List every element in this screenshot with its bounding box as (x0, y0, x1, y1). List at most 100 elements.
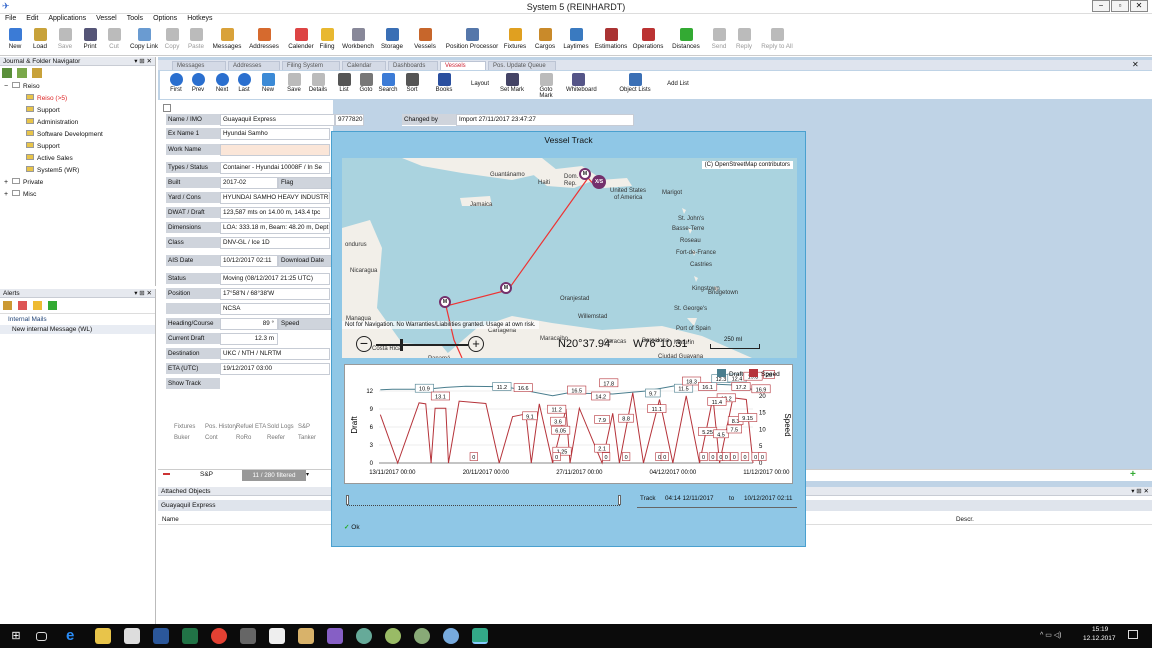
vessel-toolbar-button[interactable]: Books (432, 71, 456, 93)
tree-item[interactable]: − Reiso (0, 81, 155, 93)
toolbar-button[interactable]: Reply to All (760, 26, 794, 56)
vessel-toolbar-button[interactable]: Whiteboard (566, 71, 597, 93)
field-value[interactable]: HYUNDAI SAMHO HEAVY INDUSTRIE (220, 192, 330, 204)
toolbar-button[interactable]: Copy Link (128, 26, 160, 56)
vessel-toolbar-button[interactable]: Object Lists (618, 71, 652, 93)
tree-item[interactable]: Support (0, 105, 155, 117)
windows-start-icon[interactable]: ⊞ (8, 628, 24, 644)
current-position-marker[interactable]: X/S (592, 175, 606, 189)
sub-link[interactable]: Reefer (267, 435, 285, 441)
toolbar-button[interactable]: Vessels (411, 26, 439, 56)
explorer-icon[interactable] (95, 628, 111, 644)
menu-item[interactable]: File (0, 14, 21, 23)
track-to[interactable]: 10/12/2017 02:11 (744, 495, 793, 502)
field-value[interactable]: Hyundai Samho (220, 128, 330, 140)
sub-link[interactable]: S&P (298, 424, 310, 430)
app-icon[interactable] (356, 628, 372, 644)
toolbar-button[interactable]: Paste (185, 26, 207, 56)
vessel-toolbar-button[interactable]: Add List (666, 71, 690, 87)
toolbar-button[interactable]: Distances (669, 26, 703, 56)
expand-icon[interactable]: + (4, 189, 12, 201)
field-extra[interactable]: 9777820 (335, 114, 364, 126)
pin-icon[interactable]: ▾ ⊞ ✕ (134, 289, 155, 298)
pin-icon[interactable]: ▾ ⊞ ✕ (134, 57, 155, 66)
sub-link[interactable]: Tanker (298, 435, 316, 441)
field-value[interactable]: 89 ° (220, 318, 278, 330)
menu-item[interactable]: Edit (21, 14, 43, 23)
toolbar-button[interactable]: Position Processor (444, 26, 500, 56)
tab-calendar[interactable]: Calendar (342, 61, 386, 70)
toolbar-button[interactable]: Cut (105, 26, 123, 56)
tree-item[interactable]: + Private (0, 177, 155, 189)
chrome-icon[interactable] (211, 628, 227, 644)
menu-item[interactable]: Hotkeys (182, 14, 217, 23)
notifications-icon[interactable] (1128, 630, 1138, 639)
tab-filing-system[interactable]: Filing System (282, 61, 340, 70)
toolbar-button[interactable]: Print (79, 26, 101, 56)
field-value[interactable] (220, 144, 330, 156)
vessel-toolbar-button[interactable]: Sort (400, 71, 424, 93)
field-value[interactable]: Guayaquil Express (220, 114, 335, 126)
field-value[interactable]: 10/12/2017 02:11 (220, 255, 278, 267)
zoom-slider[interactable] (376, 344, 468, 346)
field-value[interactable]: DNV-GL / Ice 1D (220, 237, 330, 249)
excel-icon[interactable] (182, 628, 198, 644)
tree-item[interactable]: System5 (WR) (0, 165, 155, 177)
field-value[interactable]: 17°58'N / 68°38'W (220, 288, 330, 300)
sub-link[interactable]: Buker (174, 435, 190, 441)
minus-icon[interactable] (163, 473, 170, 475)
field-value[interactable]: 123,587 mts on 14.00 m, 143.4 tpc (220, 207, 330, 219)
alert-tool-icon[interactable] (17, 301, 27, 310)
toolbar-button[interactable]: Calender (286, 26, 316, 56)
sub-link[interactable]: Refuel ETA (236, 424, 266, 430)
track-marker[interactable]: M (579, 168, 591, 180)
field-value[interactable]: Moving (08/12/2017 21:25 UTC) (220, 273, 330, 285)
toolbar-button[interactable]: Operations (631, 26, 665, 56)
tab-dashboards[interactable]: Dashboards (388, 61, 438, 70)
mail-icon[interactable] (269, 628, 285, 644)
app-icon[interactable] (240, 628, 256, 644)
alert-tool-icon[interactable] (32, 301, 42, 310)
field-value[interactable]: 2017-02 (220, 177, 278, 189)
tree-item[interactable]: Reiso (>5) (0, 93, 155, 105)
minimize-button[interactable]: − (1092, 0, 1110, 12)
vessel-toolbar-button[interactable]: List (332, 71, 356, 93)
toolbar-button[interactable]: New (3, 26, 27, 56)
vessel-toolbar-button[interactable]: Save (282, 71, 306, 93)
tab-addresses[interactable]: Addresses (228, 61, 280, 70)
task-view-icon[interactable] (36, 632, 47, 641)
toolbar-button[interactable]: Estimations (593, 26, 629, 56)
time-slider-end[interactable] (618, 495, 621, 505)
time-slider-start[interactable] (346, 495, 349, 505)
field-value[interactable]: Container - Hyundai 10008F / In Se (220, 162, 330, 174)
toolbar-button[interactable]: Save (54, 26, 76, 56)
zoom-out-button[interactable]: − (356, 336, 372, 352)
toolbar-button[interactable]: Addresses (246, 26, 282, 56)
toolbar-button[interactable]: Cargos (532, 26, 558, 56)
tree-item[interactable]: Software Development (0, 129, 155, 141)
tree-tool-icon[interactable] (2, 68, 12, 78)
visual-studio-icon[interactable] (327, 628, 343, 644)
tree-tool-icon[interactable] (31, 68, 42, 78)
system5-icon[interactable] (472, 628, 488, 644)
vessel-toolbar-button[interactable]: Last (232, 71, 256, 93)
app-icon[interactable] (414, 628, 430, 644)
track-marker[interactable]: M (439, 296, 451, 308)
toolbar-button[interactable]: Reply (733, 26, 755, 56)
track-marker[interactable]: M (500, 282, 512, 294)
menu-item[interactable]: Vessel (91, 14, 122, 23)
app-icon[interactable] (443, 628, 459, 644)
sub-link[interactable]: Sold Logs (267, 424, 294, 430)
toolbar-button[interactable]: Filing (316, 26, 338, 56)
add-icon[interactable]: + (1130, 469, 1136, 480)
field-value[interactable]: 12.3 m (220, 333, 278, 345)
tab-messages[interactable]: Messages (172, 61, 226, 70)
clock-date[interactable]: 12.12.2017 (1083, 635, 1116, 642)
store-icon[interactable] (124, 628, 140, 644)
clock-time[interactable]: 15:19 (1092, 626, 1108, 633)
expand-icon[interactable]: − (4, 81, 12, 93)
column-descr[interactable]: Descr. (956, 516, 974, 523)
word-icon[interactable] (153, 628, 169, 644)
tree-item[interactable]: Support (0, 141, 155, 153)
sub-link[interactable]: Fixtures (174, 424, 195, 430)
